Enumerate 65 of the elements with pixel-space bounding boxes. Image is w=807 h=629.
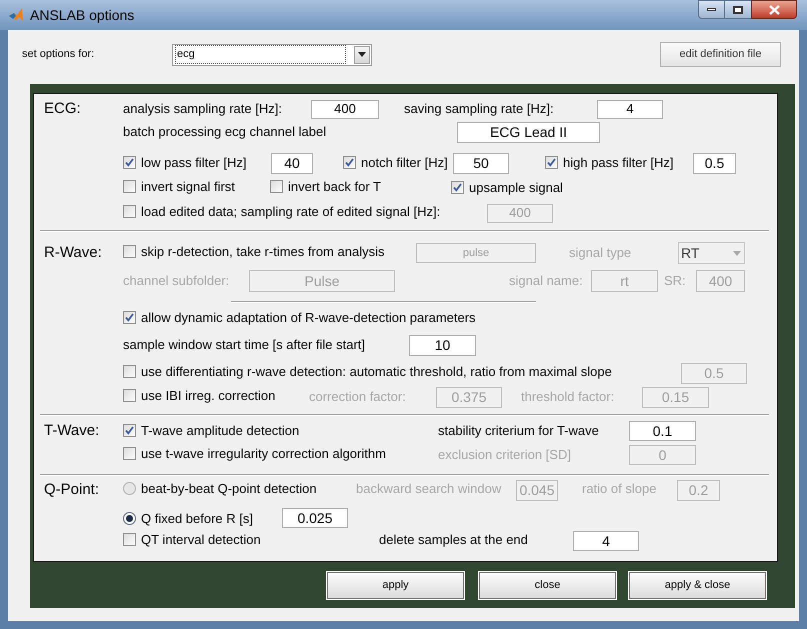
input-field[interactable]: 4 [597,100,663,118]
dialog-button[interactable]: apply [327,572,464,599]
checkbox[interactable]: high pass filter [Hz] [545,153,674,173]
section-heading: Q-Point: [44,481,100,498]
field-label: backward search window [356,481,502,496]
input-field[interactable]: 50 [453,152,509,174]
dialog-button[interactable]: apply & close [629,572,766,599]
input-field[interactable]: 0.025 [282,508,348,528]
checkbox[interactable]: QT interval detection [123,530,261,550]
input-field[interactable]: 4 [573,531,639,551]
check-icon [547,158,556,168]
input-field[interactable]: ECG Lead II [457,122,600,142]
checkbox[interactable]: notch filter [Hz] [343,153,448,173]
logo-icon [8,7,24,23]
checkbox[interactable]: load edited data; sampling rate of edited signal [Hz]: [123,202,440,222]
field-label: analysis sampling rate [Hz]: [123,101,282,116]
checkbox[interactable]: use t-wave irregularity correction algorithm [123,444,386,464]
input-field[interactable]: 0.1 [629,421,696,441]
dropdown[interactable]: ecg [172,44,372,66]
checkbox[interactable]: skip r-detection, take r-times from analysis [123,242,384,262]
caret-icon [733,250,741,256]
section-heading: R-Wave: [44,244,102,261]
check-icon [125,426,134,436]
check-icon [125,158,134,168]
input-field[interactable]: 10 [409,334,476,356]
edit-definition-button[interactable]: edit definition file [660,42,781,67]
field-label: correction factor: [309,389,406,404]
checkbox[interactable]: allow dynamic adaptation of R-wave-detection parameters [123,308,476,328]
field-label: set options for: [22,47,96,62]
checkbox[interactable]: use differentiating r-wave detection: automatic threshold, ratio from maximal slope [123,362,612,382]
maximize-button[interactable] [725,0,751,19]
check-icon [453,183,462,192]
checkbox[interactable]: invert back for T [270,177,381,197]
section-heading: ECG: [44,100,81,117]
radio-button[interactable]: Q fixed before R [s] [123,508,253,528]
minimize-button[interactable] [698,0,725,19]
checkbox[interactable]: invert signal first [123,177,235,197]
input-field[interactable]: 0.5 [693,152,736,174]
field-label: channel subfolder: [123,273,230,288]
field-label: exclusion criterion [SD] [438,447,571,462]
field-label: batch processing ecg channel label [123,124,326,140]
field-label: saving sampling rate [Hz]: [404,101,554,116]
check-icon [345,158,354,168]
field-label: signal name: [509,273,583,288]
caret-icon [358,52,366,57]
field-label: threshold factor: [521,389,614,404]
field-label: delete samples at the end [379,532,528,547]
checkbox[interactable]: use IBI irreg. correction [123,386,276,406]
close-button[interactable] [751,0,797,19]
checkbox[interactable]: low pass filter [Hz] [123,153,246,173]
checkbox[interactable]: upsample signal [451,178,563,198]
field-label: sample window start time [s after file start] [123,337,366,352]
check-icon [125,313,134,322]
window-title: ANSLAB options [30,6,134,25]
field-label: SR: [664,273,686,288]
field-label: signal type [569,245,632,260]
checkbox[interactable]: T-wave amplitude detection [123,421,300,441]
field-label: ratio of slope [582,481,656,496]
input-field[interactable]: 400 [311,100,379,118]
close-icon [768,4,780,14]
field-label: stability criterium for T-wave [438,423,599,438]
radio-button[interactable]: beat-by-beat Q-point detection [123,479,317,499]
section-heading: T-Wave: [44,422,100,439]
input-field[interactable]: 40 [271,152,313,174]
dialog-button[interactable]: close [479,572,616,599]
